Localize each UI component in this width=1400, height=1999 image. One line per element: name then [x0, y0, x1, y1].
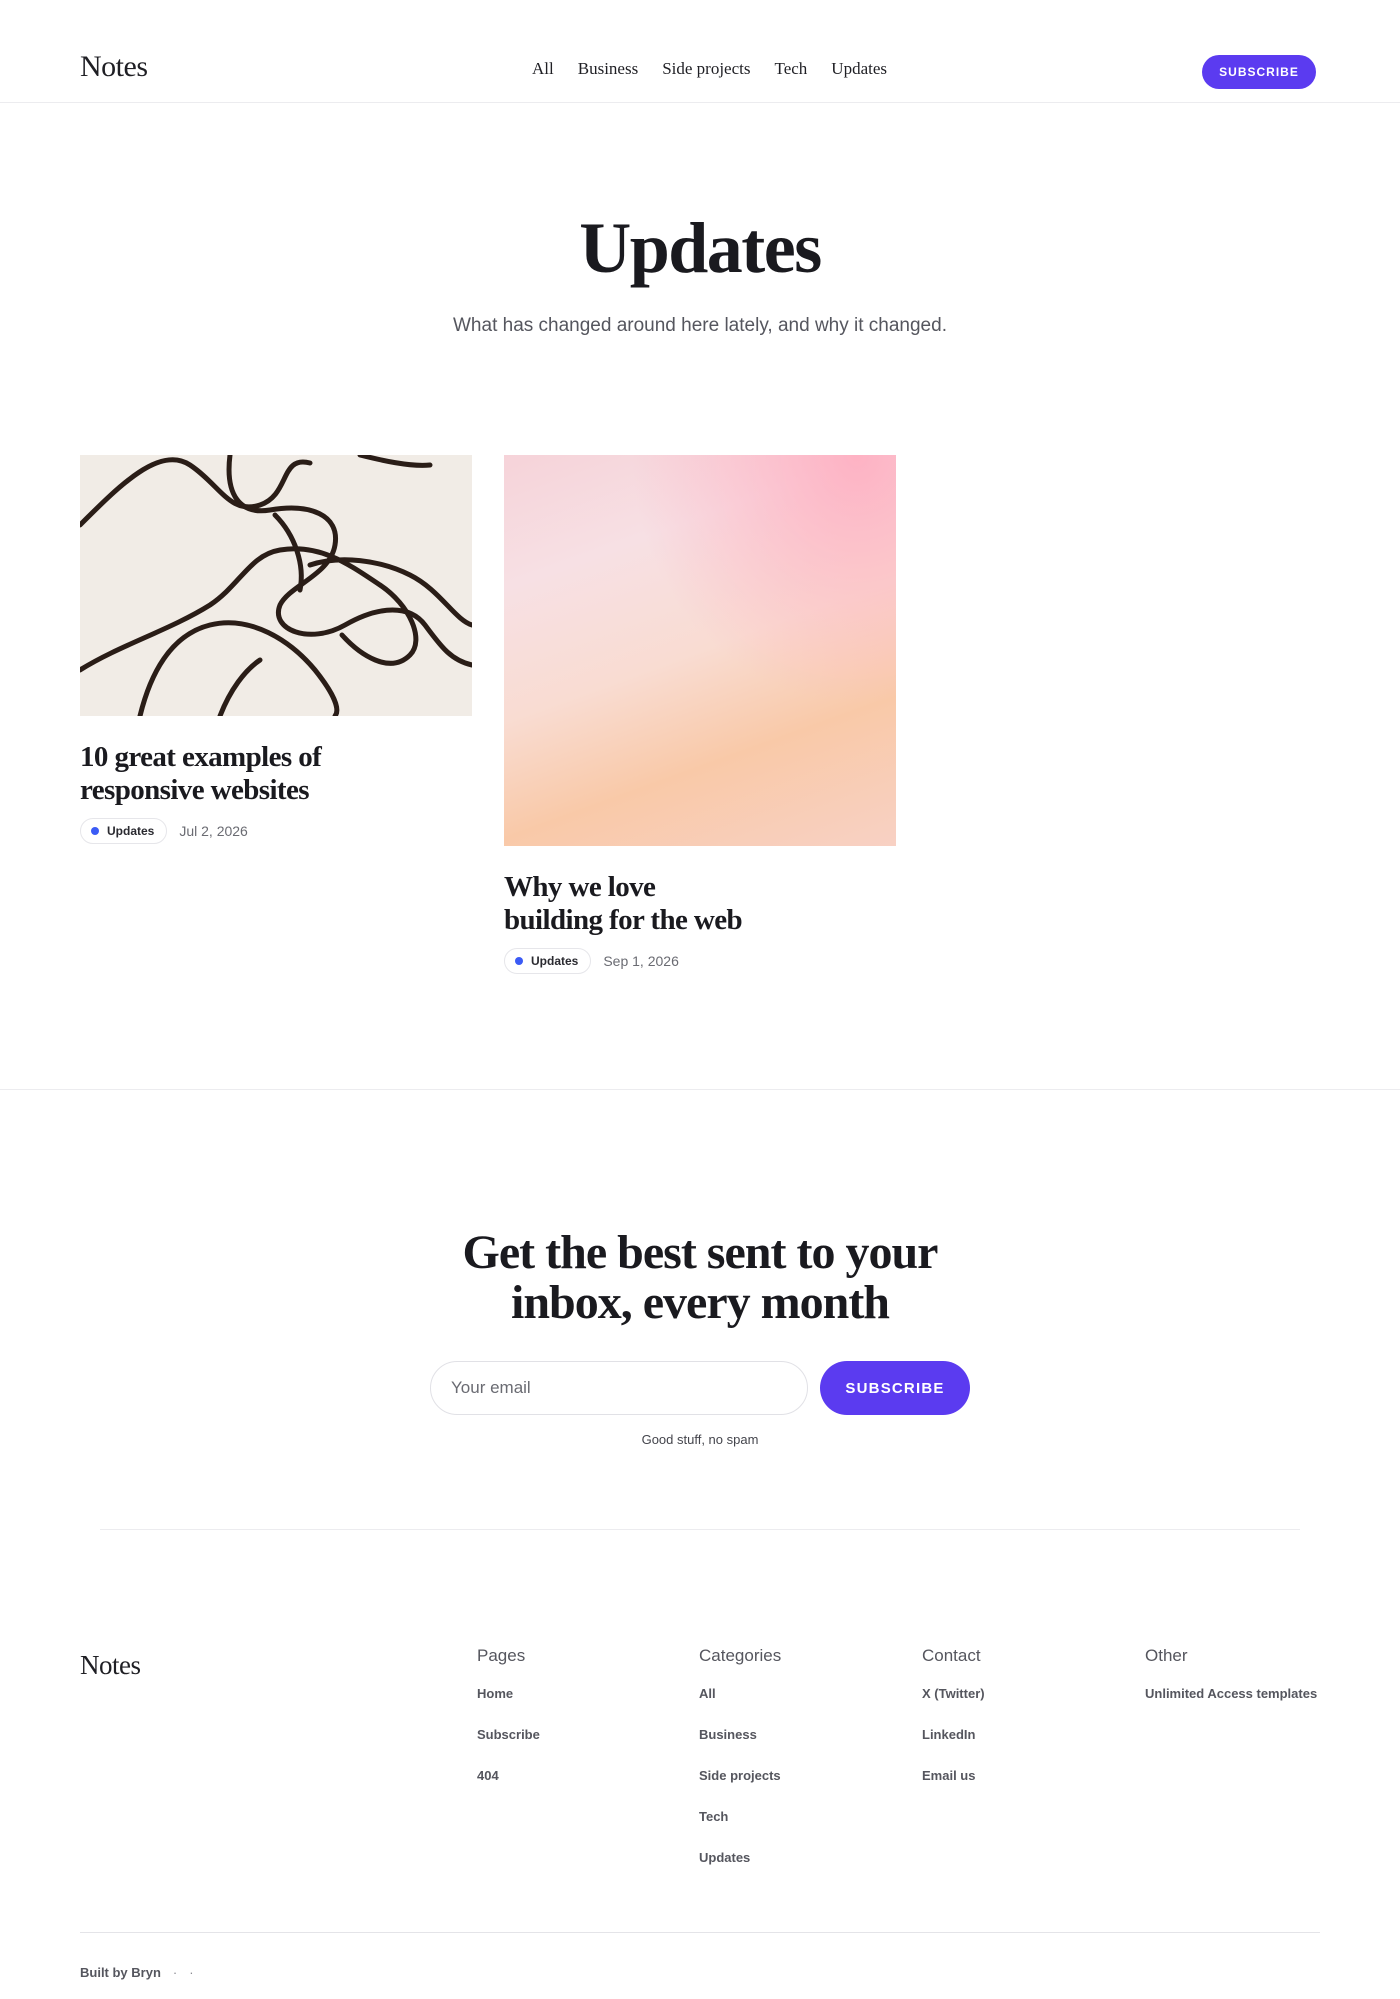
dot-icon [515, 957, 523, 965]
footer-column-other: Other Unlimited Access templates [1145, 1647, 1317, 1728]
footer-link-404[interactable]: 404 [477, 1769, 540, 1782]
footer-link-email[interactable]: Email us [922, 1769, 985, 1782]
footer-link-twitter[interactable]: X (Twitter) [922, 1687, 985, 1700]
category-tag[interactable]: Updates [504, 948, 592, 974]
footer-separator: · [172, 1965, 178, 1980]
footer-link-side-projects[interactable]: Side projects [699, 1769, 781, 1782]
post-card[interactable]: Why we love building for the web Updates… [504, 455, 896, 974]
footer-column-heading: Pages [477, 1646, 526, 1665]
post-title-line: building for the web [504, 904, 743, 936]
nav-item-all[interactable]: All [532, 60, 554, 77]
post-meta: Updates Jul 2, 2026 [80, 818, 472, 844]
footer-link-business[interactable]: Business [699, 1728, 781, 1741]
post-meta: Updates Sep 1, 2026 [504, 948, 896, 974]
post-thumbnail[interactable] [504, 455, 896, 846]
footer-column-heading: Other [1145, 1646, 1188, 1665]
post-thumbnail[interactable] [80, 455, 472, 716]
nav-item-business[interactable]: Business [578, 60, 638, 77]
footer-column-heading: Contact [922, 1646, 981, 1665]
newsletter-title-line: inbox, every month [511, 1276, 890, 1329]
site-header: Notes All Business Side projects Tech Up… [0, 0, 1400, 103]
category-tag-label: Updates [531, 954, 579, 968]
footer-link-subscribe[interactable]: Subscribe [477, 1728, 540, 1741]
built-by-link[interactable]: Built by Bryn [80, 1966, 161, 1979]
footer-column-pages: Pages Home Subscribe 404 [477, 1647, 540, 1810]
newsletter-note: Good stuff, no spam [641, 1432, 759, 1447]
category-tag-label: Updates [107, 824, 155, 838]
footer-link-home[interactable]: Home [477, 1687, 540, 1700]
post-title-line: 10 great examples of [80, 741, 322, 773]
footer-link-all[interactable]: All [699, 1687, 781, 1700]
post-date: Sep 1, 2026 [603, 953, 679, 969]
page-title: Updates [579, 208, 822, 288]
newsletter-title-line: Get the best sent to your [462, 1226, 939, 1279]
footer-separator: · [189, 1965, 194, 1980]
header-subscribe-button[interactable]: SUBSCRIBE [1202, 55, 1316, 89]
section-divider [100, 1529, 1300, 1530]
footer-link-linkedin[interactable]: LinkedIn [922, 1728, 985, 1741]
footer-credits: Built by Bryn · · [80, 1966, 194, 1979]
nav-item-updates[interactable]: Updates [831, 60, 887, 77]
footer-divider [80, 1932, 1320, 1933]
footer-column-categories: Categories All Business Side projects Te… [699, 1647, 781, 1892]
newsletter-title: Get the best sent to your inbox, every m… [0, 1228, 1400, 1328]
brand-logo[interactable]: Notes [80, 52, 148, 82]
page: Notes All Business Side projects Tech Up… [0, 0, 1400, 1999]
email-input[interactable] [430, 1361, 808, 1415]
post-card[interactable]: 10 great examples of responsive websites… [80, 455, 472, 844]
category-tag[interactable]: Updates [80, 818, 168, 844]
post-date: Jul 2, 2026 [179, 823, 248, 839]
page-subtitle: What has changed around here lately, and… [453, 315, 947, 336]
footer-link-templates[interactable]: Unlimited Access templates [1145, 1687, 1317, 1700]
dot-icon [91, 827, 99, 835]
section-divider [0, 1089, 1400, 1090]
footer-brand-logo[interactable]: Notes [80, 1652, 141, 1679]
nav-item-side-projects[interactable]: Side projects [662, 60, 750, 77]
post-title[interactable]: Why we love building for the web [504, 871, 896, 937]
main-nav: All Business Side projects Tech Updates [532, 60, 887, 77]
footer-link-updates[interactable]: Updates [699, 1851, 781, 1864]
post-title-line: Why we love [504, 871, 656, 903]
post-title[interactable]: 10 great examples of responsive websites [80, 741, 472, 807]
footer-link-tech[interactable]: Tech [699, 1810, 781, 1823]
post-title-line: responsive websites [80, 774, 310, 806]
footer-column-heading: Categories [699, 1646, 782, 1665]
nav-item-tech[interactable]: Tech [775, 60, 808, 77]
newsletter-subscribe-button[interactable]: SUBSCRIBE [820, 1361, 970, 1415]
footer-column-contact: Contact X (Twitter) LinkedIn Email us [922, 1647, 985, 1810]
